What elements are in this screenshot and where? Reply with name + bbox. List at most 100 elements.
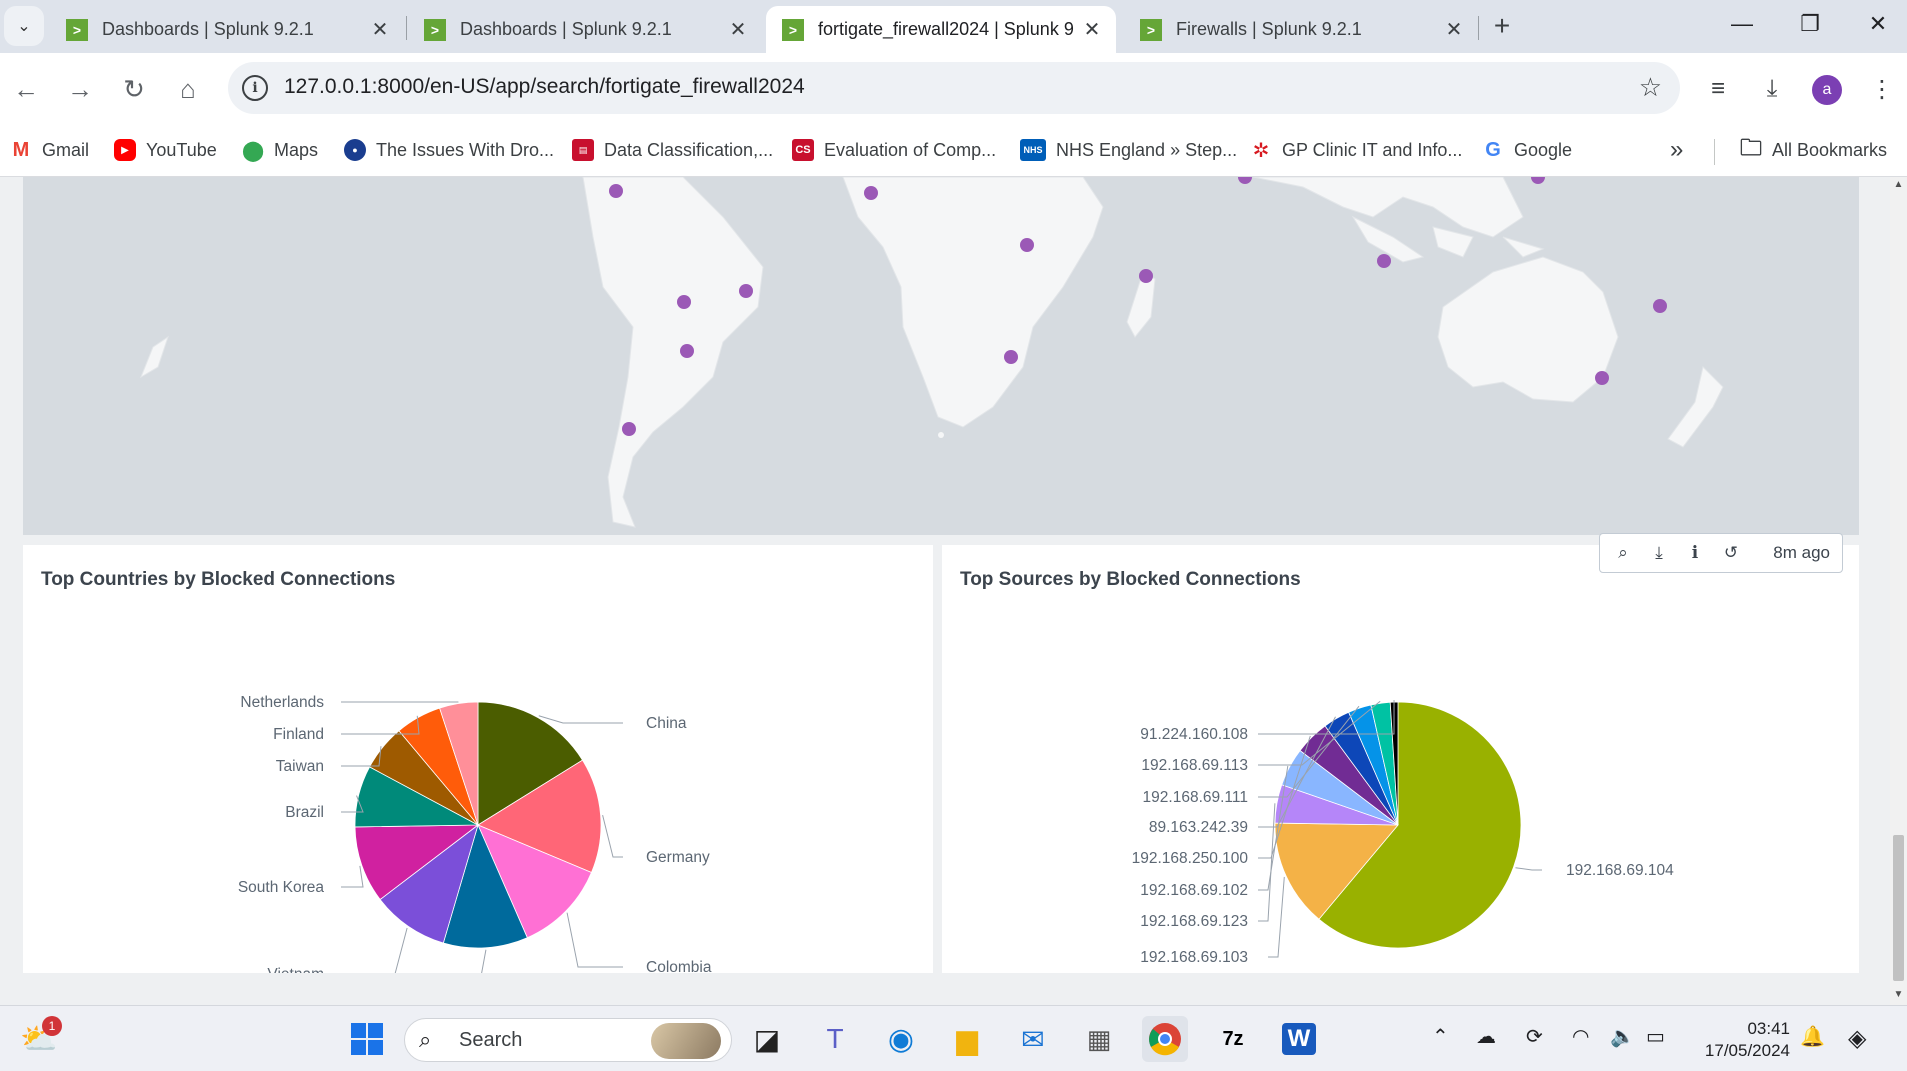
map-marker[interactable] xyxy=(677,295,691,309)
bookmark-maps[interactable]: ⬤ Maps xyxy=(242,133,318,167)
tab-search-dropdown-icon[interactable]: ⌄ xyxy=(4,6,44,46)
bookmark-google[interactable]: G Google xyxy=(1482,133,1572,167)
minimize-icon[interactable]: — xyxy=(1712,6,1772,42)
pie-label: 192.168.250.100 xyxy=(1132,850,1249,867)
map-marker[interactable] xyxy=(1238,177,1252,184)
clock-date: 17/05/2024 xyxy=(1704,1041,1790,1060)
tab-dashboards-2[interactable]: > Dashboards | Splunk 9.2.1 ✕ xyxy=(408,6,762,53)
bookmark-label: Maps xyxy=(274,139,319,160)
copilot-icon[interactable]: ◈ xyxy=(1848,1024,1866,1053)
all-bookmarks-button[interactable]: 🗀 All Bookmarks xyxy=(1740,133,1887,167)
battery-icon[interactable]: ▭ xyxy=(1646,1024,1665,1049)
notifications-icon[interactable]: 🔔 xyxy=(1800,1024,1825,1049)
volume-icon[interactable]: 🔈 xyxy=(1610,1024,1635,1049)
countries-panel: Top Countries by Blocked Connections Chi… xyxy=(23,545,933,973)
pie-leader-line xyxy=(394,927,408,973)
chrome-icon[interactable] xyxy=(1142,1016,1188,1062)
bookmark-star-icon[interactable]: ☆ xyxy=(1639,72,1662,103)
pie-label: 192.168.69.102 xyxy=(1140,882,1248,899)
map-marker[interactable] xyxy=(1139,269,1153,283)
mail-icon[interactable]: ✉ xyxy=(1010,1016,1056,1062)
new-tab-button[interactable]: + xyxy=(1484,8,1520,44)
bookmark-gp-clinic[interactable]: ✲ GP Clinic IT and Info... xyxy=(1250,133,1463,167)
bookmarks-separator xyxy=(1714,139,1715,165)
forward-icon[interactable]: → xyxy=(58,67,102,111)
pie-label: 192.168.69.103 xyxy=(1140,949,1248,966)
map-marker[interactable] xyxy=(739,284,753,298)
tab-close-icon[interactable]: ✕ xyxy=(1082,17,1102,42)
bookmark-evaluation[interactable]: CS Evaluation of Comp... xyxy=(792,133,996,167)
bookmark-gmail[interactable]: M Gmail xyxy=(10,133,89,167)
countries-pie-chart[interactable]: ChinaGermanyColombiaUnited StatesVietnam… xyxy=(23,545,933,973)
tab-close-icon[interactable]: ✕ xyxy=(728,17,748,42)
tab-title: Dashboards | Splunk 9.2.1 xyxy=(460,19,672,39)
word-icon[interactable]: W xyxy=(1276,1016,1322,1062)
map-marker[interactable] xyxy=(1531,177,1545,184)
tray-overflow-icon[interactable]: ⌃ xyxy=(1432,1024,1449,1049)
restore-icon[interactable]: ❐ xyxy=(1780,6,1840,42)
browser-menu-icon[interactable]: ⋮ xyxy=(1862,69,1902,109)
map-marker[interactable] xyxy=(1653,299,1667,313)
scroll-up-icon[interactable]: ▲ xyxy=(1893,179,1904,193)
map-marker[interactable] xyxy=(1595,371,1609,385)
taskbar-clock[interactable]: 03:41 17/05/2024 xyxy=(1700,1018,1790,1062)
bookmark-nhs[interactable]: NHS NHS England » Step... xyxy=(1020,133,1237,167)
google-icon: G xyxy=(1485,138,1501,161)
site-icon: CS xyxy=(792,139,814,161)
bookmark-youtube[interactable]: ▶ YouTube xyxy=(114,133,217,167)
home-icon[interactable]: ⌂ xyxy=(166,67,210,111)
address-bar[interactable]: i 127.0.0.1:8000/en-US/app/search/fortig… xyxy=(228,62,1680,114)
splunk-favicon-icon: > xyxy=(424,18,446,41)
map-marker[interactable] xyxy=(1004,350,1018,364)
map-marker[interactable] xyxy=(1020,238,1034,252)
downloads-icon[interactable]: ⤓ xyxy=(1752,69,1792,109)
pie-label: Finland xyxy=(273,726,324,743)
task-view-icon[interactable]: ◪ xyxy=(744,1016,790,1062)
clock-time: 03:41 xyxy=(1747,1019,1790,1038)
tab-close-icon[interactable]: ✕ xyxy=(370,17,390,42)
pie-label: 192.168.69.113 xyxy=(1141,757,1248,774)
map-marker[interactable] xyxy=(609,184,623,198)
back-icon[interactable]: ← xyxy=(4,67,48,111)
splunk-favicon-icon: > xyxy=(1140,18,1162,41)
edge-icon[interactable]: ◉ xyxy=(878,1016,924,1062)
media-controls-icon[interactable]: ≡ xyxy=(1698,69,1738,109)
map-marker[interactable] xyxy=(1377,254,1391,268)
scroll-down-icon[interactable]: ▼ xyxy=(1893,989,1904,1003)
tab-title: Firewalls | Splunk 9.2.1 xyxy=(1176,19,1362,39)
teams-icon[interactable]: T xyxy=(812,1016,858,1062)
tab-close-icon[interactable]: ✕ xyxy=(1444,17,1464,42)
bookmark-data-classification[interactable]: ▤ Data Classification,... xyxy=(572,133,773,167)
sync-icon[interactable]: ⟳ xyxy=(1526,1024,1543,1049)
address-url[interactable]: 127.0.0.1:8000/en-US/app/search/fortigat… xyxy=(284,75,805,99)
taskbar-search[interactable]: ⌕ Search xyxy=(404,1018,732,1062)
map-marker[interactable] xyxy=(622,422,636,436)
search-highlight-art xyxy=(651,1023,721,1059)
7zip-icon[interactable]: 7z xyxy=(1210,1016,1256,1062)
tab-fortigate-firewall[interactable]: > fortigate_firewall2024 | Splunk 9.2.1 … xyxy=(766,6,1116,53)
file-explorer-icon[interactable]: ▆ xyxy=(944,1016,990,1062)
close-window-icon[interactable]: ✕ xyxy=(1848,6,1907,42)
pie-leader-line xyxy=(481,949,487,973)
tab-dashboards-1[interactable]: > Dashboards | Splunk 9.2.1 ✕ xyxy=(50,6,404,53)
sources-panel: Top Sources by Blocked Connections ⌕ ⤓ i… xyxy=(942,533,1859,973)
map-marker[interactable] xyxy=(864,186,878,200)
pie-leader-line xyxy=(341,865,364,888)
profile-avatar[interactable]: a xyxy=(1812,75,1842,105)
start-icon[interactable] xyxy=(344,1016,390,1062)
reload-icon[interactable]: ↻ xyxy=(112,67,156,111)
bookmarks-overflow-button[interactable]: » xyxy=(1670,133,1683,167)
network-app-icon[interactable]: ▦ xyxy=(1076,1016,1122,1062)
wifi-icon[interactable]: ◠ xyxy=(1572,1024,1589,1049)
page-scrollbar[interactable]: ▲ ▼ xyxy=(1890,177,1907,1005)
cluster-map[interactable] xyxy=(23,177,1859,535)
pie-leader-line xyxy=(538,715,623,724)
site-info-icon[interactable]: i xyxy=(242,75,268,101)
sources-pie-chart[interactable]: 192.168.69.104 192.168.69.103 192.168.69.1… xyxy=(942,545,1859,973)
bookmark-issues[interactable]: ● The Issues With Dro... xyxy=(344,133,554,167)
search-icon: ⌕ xyxy=(419,1027,432,1052)
tab-firewalls[interactable]: > Firewalls | Splunk 9.2.1 ✕ xyxy=(1124,6,1478,53)
onedrive-icon[interactable]: ☁ xyxy=(1476,1024,1496,1049)
map-marker[interactable] xyxy=(680,344,694,358)
scrollbar-thumb[interactable] xyxy=(1893,835,1904,981)
